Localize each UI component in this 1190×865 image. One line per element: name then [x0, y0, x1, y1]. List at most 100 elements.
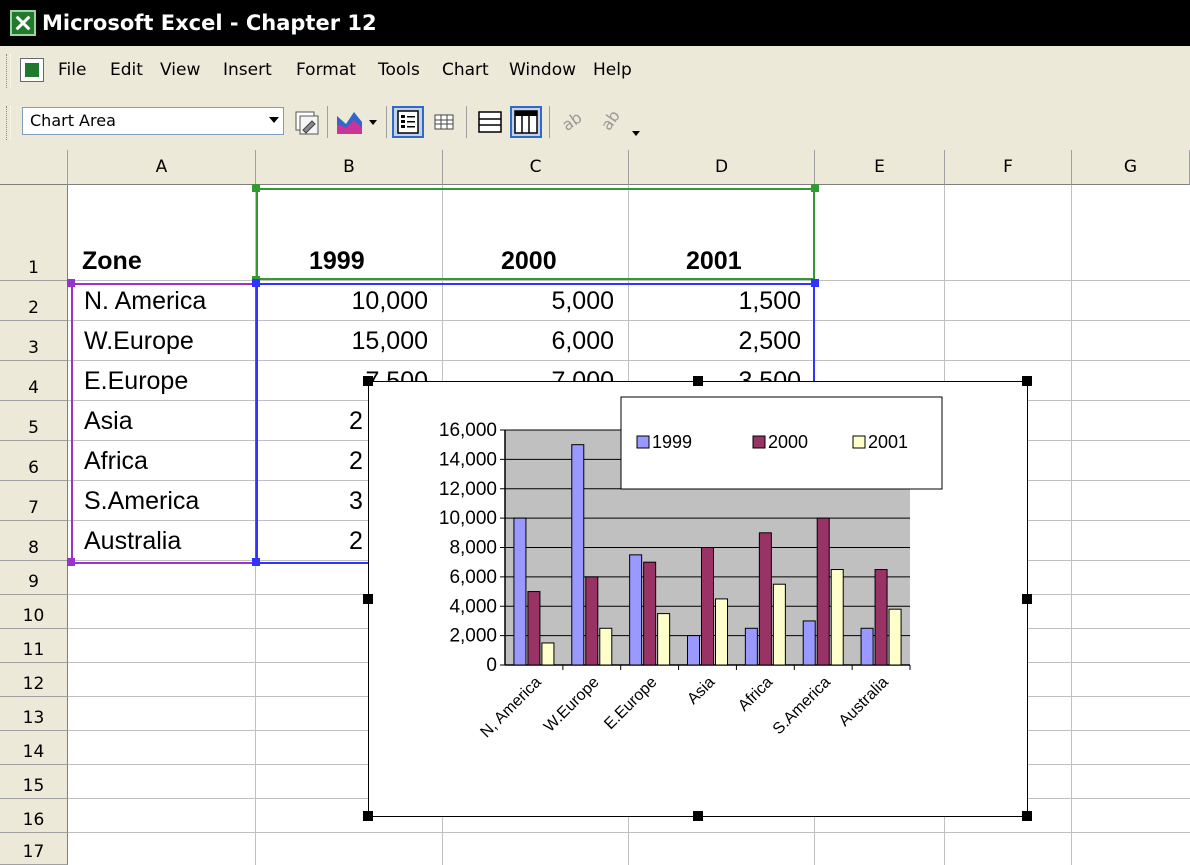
menu-file[interactable]: File — [58, 60, 86, 80]
column-header-a[interactable]: A — [68, 150, 256, 185]
menu-help[interactable]: Help — [593, 60, 632, 80]
bar[interactable] — [758, 532, 772, 666]
bar[interactable] — [513, 517, 527, 666]
window-title: Microsoft Excel - Chapter 12 — [42, 11, 377, 35]
menu-bar: File Edit View Insert Format Tools Chart… — [0, 46, 1190, 97]
row-header-17[interactable]: 17 — [0, 833, 68, 865]
workbook-icon[interactable] — [20, 58, 44, 82]
range-handle[interactable] — [67, 279, 75, 287]
row-header-12[interactable]: 12 — [0, 663, 68, 697]
chart-area[interactable]: 0 2,000 4,000 6,000 8,000 10,000 12,000 14,000 1… — [363, 376, 1032, 821]
range-handle[interactable] — [252, 558, 260, 566]
cell-a1[interactable]: Zone — [82, 247, 142, 276]
chart-type-button[interactable] — [334, 106, 380, 138]
legend-button[interactable] — [392, 106, 424, 138]
menu-view[interactable]: View — [160, 60, 200, 80]
chevron-down-icon[interactable] — [269, 117, 279, 123]
chart-resize-handle[interactable] — [363, 811, 373, 821]
range-handle[interactable] — [67, 558, 75, 566]
by-row-icon — [478, 111, 502, 133]
toolbar-options-icon[interactable] — [632, 124, 640, 136]
row-header-9[interactable]: 9 — [0, 561, 68, 595]
bar[interactable] — [541, 642, 555, 666]
row-header-3[interactable]: 3 — [0, 321, 68, 361]
by-row-button[interactable] — [474, 106, 506, 138]
bar[interactable] — [715, 598, 728, 666]
range-handle[interactable] — [811, 184, 819, 192]
row-header-7[interactable]: 7 — [0, 481, 68, 521]
row-header-2[interactable]: 2 — [0, 281, 68, 321]
by-column-button[interactable] — [510, 106, 542, 138]
legend-label: 2001 — [868, 432, 908, 452]
chart-svg[interactable]: 0 2,000 4,000 6,000 8,000 10,000 12,000 14,000 1… — [369, 382, 1027, 816]
row-header-15[interactable]: 15 — [0, 765, 68, 799]
bar[interactable] — [527, 591, 541, 666]
chart-objects-dropdown[interactable]: Chart Area — [22, 107, 284, 135]
y-tick-label: 8,000 — [449, 538, 497, 559]
chart-resize-handle[interactable] — [693, 811, 703, 821]
row-header-4[interactable]: 4 — [0, 361, 68, 401]
x-tick-label: E.Europe — [601, 674, 660, 733]
y-tick-label: 16,000 — [439, 420, 497, 441]
bar[interactable] — [802, 620, 816, 666]
category-range-outline[interactable] — [71, 283, 257, 564]
menu-window[interactable]: Window — [509, 60, 576, 80]
chart-resize-handle[interactable] — [363, 376, 373, 386]
excel-app-icon[interactable] — [10, 10, 36, 36]
data-table-button[interactable] — [428, 106, 460, 138]
menu-edit[interactable]: Edit — [110, 60, 143, 80]
row-header-1[interactable]: 1 — [0, 185, 68, 281]
bar[interactable] — [701, 547, 714, 666]
bar[interactable] — [571, 444, 585, 666]
row-header-6[interactable]: 6 — [0, 441, 68, 481]
row-header-5[interactable]: 5 — [0, 401, 68, 441]
menu-insert[interactable]: Insert — [223, 60, 272, 80]
menu-tools[interactable]: Tools — [378, 60, 420, 80]
gridline — [68, 280, 1190, 281]
range-handle[interactable] — [252, 184, 260, 192]
bar[interactable] — [888, 608, 902, 666]
bar[interactable] — [585, 576, 599, 666]
bar[interactable] — [643, 561, 657, 666]
bar[interactable] — [629, 554, 643, 666]
bar[interactable] — [772, 583, 786, 666]
column-header-b[interactable]: B — [256, 150, 443, 185]
bar[interactable] — [744, 627, 758, 666]
range-handle[interactable] — [252, 279, 260, 287]
series-name-range-outline[interactable] — [256, 188, 815, 280]
toolbar-grip[interactable] — [6, 106, 11, 140]
bar[interactable] — [687, 635, 700, 666]
bar[interactable] — [860, 627, 874, 666]
menubar-grip[interactable] — [6, 54, 11, 88]
row-header-11[interactable]: 11 — [0, 629, 68, 663]
data-table-icon — [434, 114, 454, 130]
row-header-14[interactable]: 14 — [0, 731, 68, 765]
bar[interactable] — [816, 517, 830, 666]
column-header-f[interactable]: F — [945, 150, 1072, 185]
chart-resize-handle[interactable] — [693, 376, 703, 386]
bar[interactable] — [830, 569, 844, 666]
menu-format[interactable]: Format — [296, 60, 356, 80]
chart-resize-handle[interactable] — [363, 594, 373, 604]
legend-label: 2000 — [768, 432, 808, 452]
column-header-g[interactable]: G — [1072, 150, 1190, 185]
format-chart-area-button[interactable] — [290, 106, 322, 138]
column-header-d[interactable]: D — [629, 150, 815, 185]
row-header-8[interactable]: 8 — [0, 521, 68, 561]
row-header-13[interactable]: 13 — [0, 697, 68, 731]
chart-resize-handle[interactable] — [1022, 811, 1032, 821]
row-header-16[interactable]: 16 — [0, 799, 68, 833]
chart-resize-handle[interactable] — [1022, 594, 1032, 604]
column-header-c[interactable]: C — [443, 150, 629, 185]
chart-resize-handle[interactable] — [1022, 376, 1032, 386]
row-header-10[interactable]: 10 — [0, 595, 68, 629]
angle-text-clockwise-button[interactable]: ab — [556, 106, 588, 138]
menu-chart[interactable]: Chart — [442, 60, 489, 80]
bar[interactable] — [874, 569, 888, 666]
select-all-corner[interactable] — [0, 150, 68, 185]
range-handle[interactable] — [811, 279, 819, 287]
angle-text-counterclockwise-button[interactable]: ab — [592, 106, 624, 138]
column-header-e[interactable]: E — [815, 150, 945, 185]
bar[interactable] — [657, 613, 671, 666]
bar[interactable] — [599, 627, 613, 666]
